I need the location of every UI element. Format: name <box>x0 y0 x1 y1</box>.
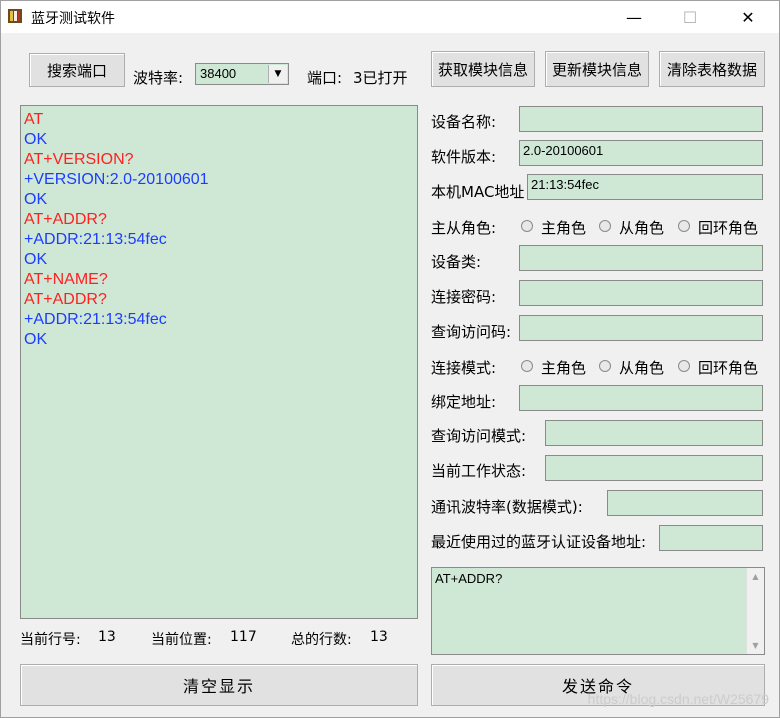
port-label: 端口: <box>307 69 343 87</box>
conn-mode-master-radio[interactable] <box>521 360 533 372</box>
conn-mode-master-label: 主角色 <box>541 359 587 377</box>
inquiry-mode-label: 查询访问模式: <box>431 427 527 445</box>
role-slave-radio[interactable] <box>599 220 611 232</box>
maximize-icon: ☐ <box>682 7 698 27</box>
window-title: 蓝牙测试软件 <box>31 11 115 27</box>
bind-address-label: 绑定地址: <box>431 393 497 411</box>
chevron-down-icon[interactable]: ▼ <box>268 65 287 83</box>
baud-label: 波特率: <box>133 69 184 87</box>
app-icon <box>8 9 22 23</box>
pin-field[interactable] <box>519 280 763 306</box>
line-number-value: 13 <box>98 629 116 645</box>
position-label: 当前位置: <box>151 632 212 648</box>
minimize-icon: — <box>626 7 642 27</box>
watermark: https://blog.csdn.net/W25679 <box>587 691 769 707</box>
close-button[interactable]: ✕ <box>725 1 771 33</box>
log-line: AT <box>24 111 44 128</box>
port-status: 3已打开 <box>353 69 408 87</box>
total-lines-label: 总的行数: <box>291 632 352 648</box>
command-scrollbar[interactable]: ▲ ▼ <box>746 568 764 654</box>
log-output[interactable]: AT OK AT+VERSION? +VERSION:2.0-20100601 OK AT… <box>20 105 418 619</box>
baud-data-label: 通讯波特率(数据模式): <box>431 498 583 516</box>
device-class-label: 设备类: <box>431 253 482 271</box>
log-line: AT+NAME? <box>24 271 108 288</box>
inquiry-code-field[interactable] <box>519 315 763 341</box>
inquiry-code-label: 查询访问码: <box>431 323 512 341</box>
role-slave-label: 从角色 <box>619 219 665 237</box>
device-class-field[interactable] <box>519 245 763 271</box>
log-line: AT+VERSION? <box>24 151 134 168</box>
update-module-info-button[interactable]: 更新模块信息 <box>545 51 649 87</box>
search-port-button[interactable]: 搜索端口 <box>29 53 125 87</box>
command-text: AT+ADDR? <box>435 571 503 586</box>
clear-table-button[interactable]: 清除表格数据 <box>659 51 765 87</box>
role-loop-radio[interactable] <box>678 220 690 232</box>
baud-data-field[interactable] <box>607 490 763 516</box>
log-line: AT+ADDR? <box>24 211 107 228</box>
software-version-field[interactable]: 2.0-20100601 <box>519 140 763 166</box>
role-loop-label: 回环角色 <box>698 219 759 237</box>
conn-mode-label: 连接模式: <box>431 359 497 377</box>
inquiry-mode-field[interactable] <box>545 420 763 446</box>
conn-mode-slave-label: 从角色 <box>619 359 665 377</box>
log-line: AT+ADDR? <box>24 291 107 308</box>
close-icon: ✕ <box>741 7 755 27</box>
conn-mode-loop-label: 回环角色 <box>698 359 759 377</box>
role-master-radio[interactable] <box>521 220 533 232</box>
log-line: OK <box>24 131 48 148</box>
log-line: OK <box>24 191 48 208</box>
device-name-label: 设备名称: <box>431 113 497 131</box>
recent-address-label: 最近使用过的蓝牙认证设备地址: <box>431 533 647 551</box>
log-line: OK <box>24 331 48 348</box>
log-line: OK <box>24 251 48 268</box>
minimize-button[interactable]: — <box>611 1 657 33</box>
conn-mode-slave-radio[interactable] <box>599 360 611 372</box>
clear-display-button[interactable]: 清空显示 <box>20 664 418 706</box>
position-value: 117 <box>230 629 257 645</box>
line-number-label: 当前行号: <box>20 632 81 648</box>
log-line: +VERSION:2.0-20100601 <box>24 171 209 188</box>
work-state-label: 当前工作状态: <box>431 462 527 480</box>
mac-address-field[interactable]: 21:13:54fec <box>527 174 763 200</box>
maximize-button[interactable]: ☐ <box>667 1 713 33</box>
get-module-info-button[interactable]: 获取模块信息 <box>431 51 535 87</box>
bind-address-field[interactable] <box>519 385 763 411</box>
device-name-field[interactable] <box>519 106 763 132</box>
command-input[interactable]: AT+ADDR? ▲ ▼ <box>431 567 765 655</box>
conn-mode-loop-radio[interactable] <box>678 360 690 372</box>
recent-address-field[interactable] <box>659 525 763 551</box>
software-version-label: 软件版本: <box>431 148 497 166</box>
role-label: 主从角色: <box>431 219 497 237</box>
title-bar: 蓝牙测试软件 — ☐ ✕ <box>1 1 779 33</box>
pin-label: 连接密码: <box>431 288 497 306</box>
baud-select[interactable]: 38400 ▼ <box>195 63 289 85</box>
app-window: 蓝牙测试软件 — ☐ ✕ 搜索端口 波特率: 38400 ▼ 端口: 3已打开 … <box>0 0 780 718</box>
scroll-down-icon[interactable]: ▼ <box>747 637 764 654</box>
log-line: +ADDR:21:13:54fec <box>24 231 167 248</box>
work-state-field[interactable] <box>545 455 763 481</box>
log-line: +ADDR:21:13:54fec <box>24 311 167 328</box>
scroll-up-icon[interactable]: ▲ <box>747 568 764 585</box>
total-lines-value: 13 <box>370 629 388 645</box>
baud-value: 38400 <box>200 66 237 81</box>
client-area: 搜索端口 波特率: 38400 ▼ 端口: 3已打开 获取模块信息 更新模块信息… <box>1 33 779 717</box>
role-master-label: 主角色 <box>541 219 587 237</box>
mac-address-label: 本机MAC地址 <box>431 183 525 201</box>
